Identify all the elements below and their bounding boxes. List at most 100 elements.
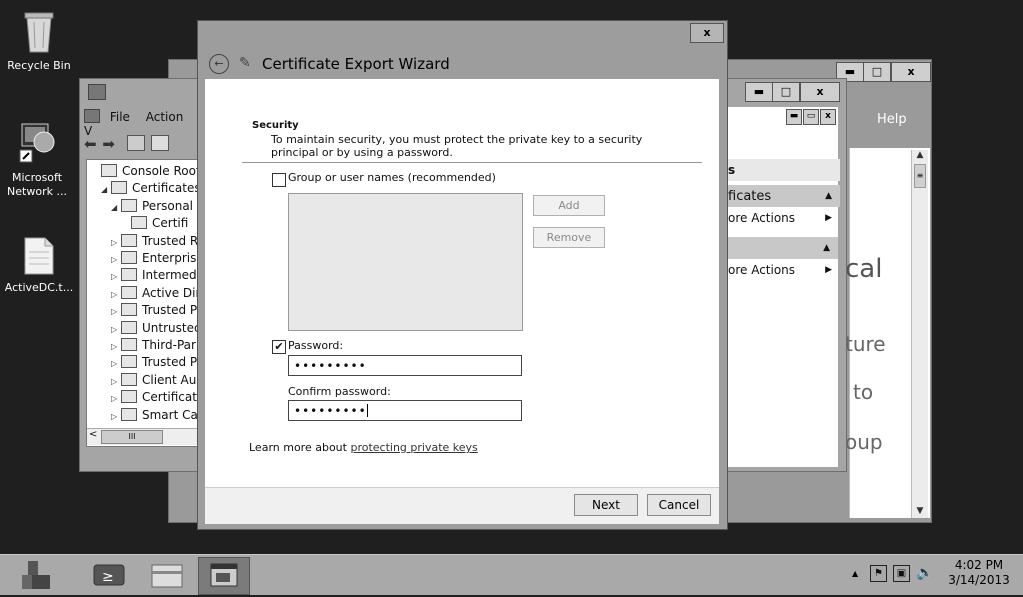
svg-text:≥: ≥ — [102, 569, 114, 585]
learn-more-text: Learn more about protecting private keys — [249, 441, 478, 454]
file-explorer-button[interactable] — [142, 557, 192, 593]
add-button[interactable]: Add — [533, 195, 605, 216]
password-checkbox[interactable]: ✔ — [272, 340, 286, 354]
tree-expander-icon[interactable]: ▷ — [111, 303, 121, 320]
tree-item[interactable]: ▷ Untrustec — [91, 320, 200, 338]
scroll-up-arrow[interactable]: ▲ — [912, 150, 928, 160]
tree-expander-icon[interactable]: ◢ — [101, 181, 111, 198]
minimize-button[interactable]: ▬ — [745, 82, 773, 102]
desktop-icon-activedc[interactable]: ActiveDC.t... — [4, 236, 74, 295]
tree-item[interactable]: ▷ Enterprise — [91, 250, 200, 268]
network-tray-icon[interactable]: ▣ — [893, 565, 910, 582]
learn-more-link[interactable]: protecting private keys — [350, 441, 477, 454]
wizard-footer — [205, 487, 719, 524]
certificate-export-wizard[interactable]: x ← ✎ Certificate Export Wizard Security… — [197, 20, 728, 530]
tree-item[interactable]: ▷ Active Dir — [91, 285, 200, 302]
desktop-icon-label: Microsoft Network ... — [7, 171, 67, 198]
menu-file[interactable]: File — [110, 110, 130, 124]
tree-expander-icon[interactable]: ▷ — [111, 390, 121, 407]
horizontal-scrollbar[interactable]: < III — [87, 428, 200, 445]
scrollbar-thumb[interactable]: III — [101, 430, 163, 444]
tree-expander-icon[interactable]: ▷ — [111, 338, 121, 355]
folder-icon — [121, 390, 137, 404]
tree-item[interactable]: ▷ Trusted P — [91, 354, 197, 371]
tree-item[interactable]: ▷ Smart Car — [91, 407, 200, 425]
text-cursor — [366, 404, 368, 417]
show-hide-tree-icon[interactable] — [150, 135, 169, 151]
tree-item[interactable]: ▷ Third-Par — [91, 337, 196, 354]
tree-item[interactable]: Console Root — [91, 163, 200, 180]
tree-expander-icon[interactable]: ▷ — [111, 321, 121, 338]
maximize-button[interactable]: □ — [772, 82, 800, 102]
desktop-icon-recycle-bin[interactable]: Recycle Bin — [4, 8, 74, 73]
actions-section-2[interactable]: ▲ — [726, 237, 838, 259]
server-manager-button[interactable] — [14, 557, 64, 593]
back-button[interactable]: ← — [209, 54, 229, 74]
group-user-list[interactable] — [288, 193, 523, 331]
tree-expander-icon[interactable]: ▷ — [111, 234, 121, 251]
inner-restore-button[interactable]: ▭ — [803, 109, 819, 125]
desktop-icon-microsoft-network[interactable]: Microsoft Network ... — [2, 120, 72, 199]
powershell-icon: ≥ — [93, 564, 125, 586]
more-actions-2[interactable]: ore Actions ▶ — [726, 259, 840, 281]
tree-expander-icon[interactable]: ▷ — [111, 408, 121, 425]
group-checkbox-label: Group or user names (recommended) — [288, 171, 496, 184]
vertical-scrollbar[interactable]: ▲ ≡ ▼ — [911, 150, 928, 518]
more-actions-label: ore Actions — [728, 263, 796, 277]
submenu-arrow-icon: ▶ — [825, 213, 832, 223]
help-menu[interactable]: Help — [877, 112, 907, 127]
scroll-down-arrow[interactable]: ▼ — [912, 506, 928, 516]
maximize-button[interactable]: □ — [863, 62, 891, 82]
tree-item[interactable]: ▷ Certificate — [91, 389, 200, 407]
folder-icon — [131, 216, 147, 230]
confirm-password-value: ••••••••• — [294, 404, 367, 418]
recycle-bin-icon — [24, 12, 54, 53]
next-button[interactable]: Next — [574, 494, 638, 516]
collapse-icon: ▲ — [823, 243, 830, 253]
folder-icon — [121, 407, 137, 421]
mmc-taskbar-button[interactable] — [198, 557, 250, 595]
tree-item[interactable]: ▷ Client Au — [91, 372, 196, 389]
submenu-arrow-icon: ▶ — [825, 265, 832, 275]
tree-expander-icon[interactable]: ▷ — [111, 251, 121, 268]
forward-arrow-icon[interactable]: ➡ — [102, 135, 115, 153]
more-actions-label: ore Actions — [728, 211, 796, 225]
inner-minimize-button[interactable]: ▬ — [786, 109, 802, 125]
scroll-left-arrow[interactable]: < — [89, 429, 97, 440]
powershell-button[interactable]: ≥ — [84, 557, 134, 593]
wizard-close-button[interactable]: x — [690, 23, 724, 43]
show-hidden-icons-button[interactable]: ▲ — [852, 569, 858, 578]
folder-icon — [121, 198, 137, 212]
tree-expander-icon[interactable]: ▷ — [111, 355, 121, 372]
group-checkbox[interactable] — [272, 173, 286, 187]
tree-item[interactable]: ◢ Personal — [91, 198, 193, 215]
tree-item[interactable]: ▷ Trusted P — [91, 302, 197, 319]
clock[interactable]: 4:02 PM 3/14/2013 — [944, 558, 1014, 588]
close-button[interactable]: x — [891, 62, 931, 82]
scrollbar-thumb[interactable]: ≡ — [914, 164, 926, 188]
more-actions-1[interactable]: ore Actions ▶ — [726, 207, 840, 229]
desktop-icon-label: Recycle Bin — [7, 59, 71, 72]
actions-section-certificates[interactable]: ficates ▲ — [726, 185, 840, 207]
inner-close-button[interactable]: x — [820, 109, 836, 125]
volume-muted-icon[interactable]: 🔈 — [916, 565, 933, 581]
tree-expander-icon[interactable]: ▷ — [111, 286, 121, 303]
tree-item[interactable]: ▷ Trusted R — [91, 233, 198, 250]
up-folder-icon[interactable] — [126, 135, 145, 151]
back-arrow-icon[interactable]: ⬅ — [84, 135, 97, 153]
tree-expander-icon[interactable]: ◢ — [111, 199, 121, 216]
tree-item[interactable]: Certifi — [91, 215, 188, 232]
remove-button[interactable]: Remove — [533, 227, 605, 248]
password-field[interactable]: ••••••••• — [288, 355, 522, 376]
inner-window-buttons: ▬ ▭ x — [786, 109, 838, 125]
tree-expander-icon[interactable]: ▷ — [111, 373, 121, 390]
action-center-icon[interactable]: ⚑ — [870, 565, 887, 582]
tree-item[interactable]: ◢ Certificates - — [91, 180, 200, 198]
cancel-button[interactable]: Cancel — [647, 494, 711, 516]
close-button[interactable]: x — [800, 82, 840, 102]
tree-item[interactable]: ▷ Intermedi — [91, 267, 200, 284]
confirm-password-field[interactable]: ••••••••• — [288, 400, 522, 421]
text-fragment: ture — [845, 332, 886, 356]
tree-expander-icon[interactable]: ▷ — [111, 268, 121, 285]
menu-action[interactable]: Action — [146, 110, 184, 124]
